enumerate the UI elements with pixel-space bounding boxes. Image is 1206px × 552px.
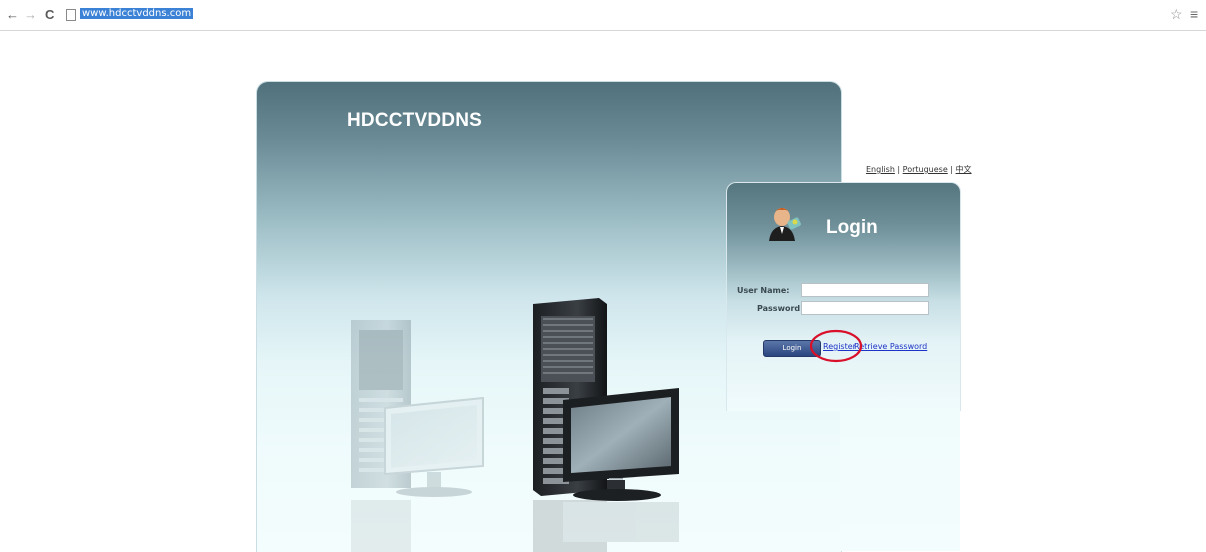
lang-english-link[interactable]: English [866,165,895,174]
right-background [840,410,960,551]
reload-icon[interactable]: C [45,8,54,22]
servers-illustration [351,298,679,552]
page-icon [66,9,76,21]
forward-arrow-icon[interactable]: → [24,8,37,22]
username-input[interactable] [801,283,929,297]
login-panel: Login User Name: Password: Login Registe… [726,182,961,411]
username-label: User Name: [737,286,790,295]
dark-server-group [533,298,679,501]
menu-icon[interactable]: ≡ [1190,6,1198,22]
lang-portuguese-link[interactable]: Portuguese [903,165,948,174]
password-input[interactable] [801,301,929,315]
lang-separator: | [894,165,903,174]
address-bar[interactable]: www.hdcctvddns.com [80,7,1160,21]
address-url[interactable]: www.hdcctvddns.com [80,8,194,19]
user-avatar-icon [769,208,801,241]
red-highlight-circle [809,329,863,363]
lang-chinese-link[interactable]: 中文 [956,165,972,174]
back-arrow-icon[interactable]: ← [6,8,19,22]
language-switcher: English | Portuguese | 中文 [866,164,972,175]
retrieve-password-link[interactable]: Retrieve Password [854,342,927,351]
site-title: HDCCTVDDNS [347,110,482,131]
password-label: Password: [757,304,804,313]
lang-separator: | [947,165,956,174]
reflection-group [351,500,679,552]
ghost-server-group [351,320,484,497]
browser-toolbar: ← → C www.hdcctvddns.com ☆ ≡ [0,0,1206,31]
login-title: Login [826,217,878,238]
star-bookmark-icon[interactable]: ☆ [1170,6,1183,23]
